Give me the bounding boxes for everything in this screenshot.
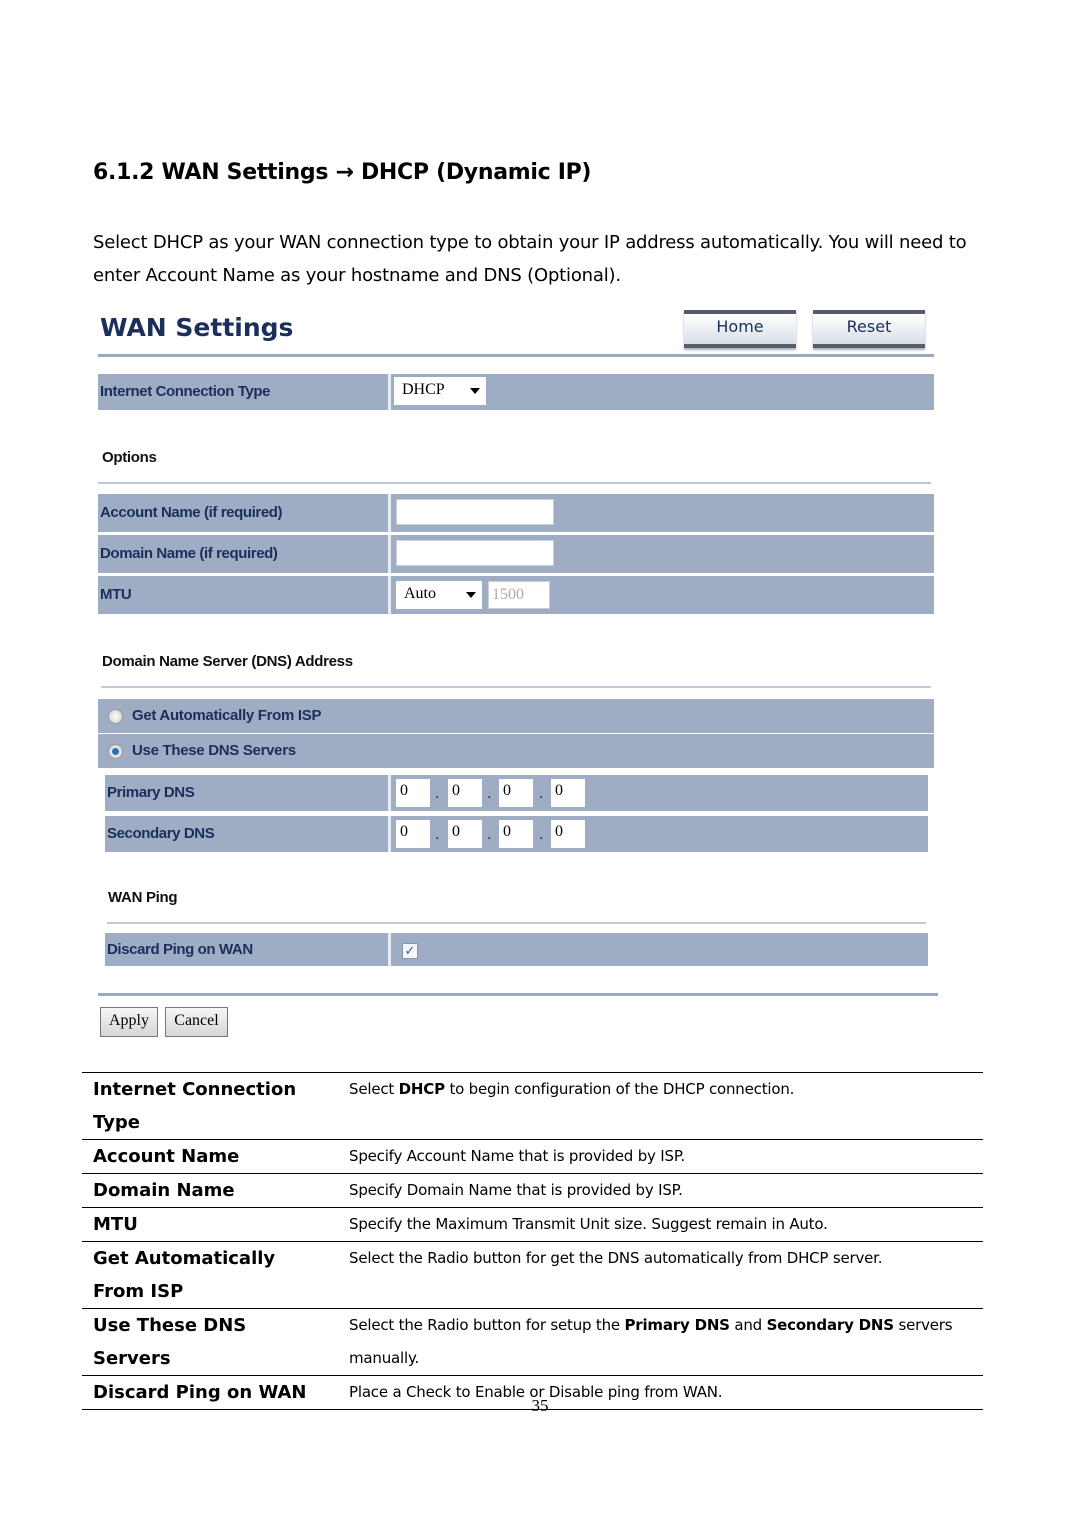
secondary-dns-octet-4[interactable]: 0 (551, 820, 585, 848)
secondary-dns-octet-2[interactable]: 0 (448, 820, 482, 848)
secondary-dns-row: Secondary DNS 0 . 0 . 0 . 0 (105, 816, 928, 852)
dropdown-arrow-icon (470, 388, 480, 394)
description-text: and (729, 1316, 767, 1334)
dns-manual-row[interactable]: Use These DNS Servers (98, 734, 934, 768)
table-row: Get Automatically From ISP Select the Rad… (82, 1241, 983, 1309)
table-row: Account Name Specify Account Name that is… (82, 1139, 983, 1174)
description-text: Select (349, 1080, 399, 1098)
dropdown-arrow-icon (466, 592, 476, 598)
wan-ping-heading: WAN Ping (108, 889, 178, 906)
home-button[interactable]: Home (684, 310, 796, 348)
field-description-table: Internet Connection Type Select DHCP to b… (82, 1072, 983, 1410)
dns-manual-radio[interactable] (108, 744, 123, 759)
field-name: Account Name (82, 1139, 338, 1174)
bold-term: DHCP (398, 1080, 445, 1098)
mtu-value-input[interactable]: 1500 (488, 581, 550, 609)
description-text: Specify the Maximum Transmit Unit size. … (349, 1215, 828, 1233)
field-description: Specify the Maximum Transmit Unit size. … (338, 1207, 983, 1242)
dns-auto-label: Get Automatically From ISP (132, 707, 322, 724)
field-description: Select the Radio button for get the DNS … (338, 1241, 983, 1309)
primary-dns-octet-1[interactable]: 0 (396, 779, 430, 807)
wan-settings-title: WAN Settings (100, 313, 294, 342)
table-row: Use These DNS Servers Select the Radio bu… (82, 1308, 983, 1376)
field-name: Internet Connection Type (82, 1072, 338, 1140)
mtu-mode-select[interactable]: Auto (396, 581, 482, 609)
domain-name-row: Domain Name (if required) (98, 535, 934, 573)
mtu-row: MTU Auto 1500 (98, 576, 934, 614)
field-description: Specify Domain Name that is provided by … (338, 1173, 983, 1208)
account-name-label: Account Name (if required) (100, 494, 391, 532)
domain-name-input[interactable] (396, 540, 554, 566)
description-text: Select the Radio button for setup the (349, 1316, 625, 1334)
footer-divider (98, 993, 938, 996)
section-heading: 6.1.2 WAN Settings → DHCP (Dynamic IP) (93, 160, 592, 185)
discard-ping-checkbox[interactable]: ✓ (402, 943, 418, 959)
bold-term: Secondary DNS (766, 1316, 895, 1334)
intro-paragraph: Select DHCP as your WAN connection type … (93, 232, 967, 286)
dns-manual-label: Use These DNS Servers (132, 742, 296, 759)
dns-divider (101, 686, 931, 688)
discard-ping-row: Discard Ping on WAN ✓ (105, 933, 928, 966)
field-name: Get Automatically From ISP (82, 1241, 338, 1309)
page-number: 35 (531, 1396, 549, 1415)
title-divider (98, 354, 934, 357)
discard-ping-label: Discard Ping on WAN (107, 933, 391, 966)
connection-type-row: Internet Connection Type DHCP (98, 374, 934, 410)
connection-type-select[interactable]: DHCP (394, 377, 486, 405)
mtu-mode-value: Auto (404, 585, 436, 602)
secondary-dns-octet-1[interactable]: 0 (396, 820, 430, 848)
reset-button[interactable]: Reset (813, 310, 925, 348)
description-text: Select the Radio button for get the DNS … (349, 1249, 883, 1267)
dns-auto-row[interactable]: Get Automatically From ISP (98, 699, 934, 733)
mtu-label: MTU (100, 576, 391, 614)
primary-dns-row: Primary DNS 0 . 0 . 0 . 0 (105, 775, 928, 811)
bold-term: Primary DNS (624, 1316, 730, 1334)
field-name: Domain Name (82, 1173, 338, 1208)
field-description: Select the Radio button for setup the Pr… (338, 1308, 983, 1376)
account-name-row: Account Name (if required) (98, 494, 934, 532)
primary-dns-octet-4[interactable]: 0 (551, 779, 585, 807)
description-text: to begin configuration of the DHCP conne… (444, 1080, 795, 1098)
dns-heading: Domain Name Server (DNS) Address (102, 653, 353, 670)
table-row: Internet Connection Type Select DHCP to b… (82, 1072, 983, 1140)
secondary-dns-label: Secondary DNS (107, 816, 391, 852)
options-divider (98, 482, 931, 484)
connection-type-value: DHCP (402, 381, 445, 398)
table-row: Domain Name Specify Domain Name that is p… (82, 1173, 983, 1208)
field-description: Select DHCP to begin configuration of th… (338, 1072, 983, 1140)
document-page: 6.1.2 WAN Settings → DHCP (Dynamic IP) S… (0, 0, 1080, 1528)
field-name: MTU (82, 1207, 338, 1242)
options-heading: Options (102, 449, 157, 466)
apply-button[interactable]: Apply (100, 1007, 158, 1037)
description-text: Specify Account Name that is provided by… (349, 1147, 685, 1165)
account-name-input[interactable] (396, 499, 554, 525)
primary-dns-octet-2[interactable]: 0 (448, 779, 482, 807)
primary-dns-label: Primary DNS (107, 775, 391, 811)
table-row: MTU Specify the Maximum Transmit Unit siz… (82, 1207, 983, 1242)
connection-type-label: Internet Connection Type (100, 374, 391, 410)
description-text: Specify Domain Name that is provided by … (349, 1181, 683, 1199)
field-name: Use These DNS Servers (82, 1308, 338, 1376)
secondary-dns-octet-3[interactable]: 0 (499, 820, 533, 848)
primary-dns-octet-3[interactable]: 0 (499, 779, 533, 807)
field-description: Specify Account Name that is provided by… (338, 1139, 983, 1174)
wan-ping-divider (107, 922, 926, 924)
dns-auto-radio[interactable] (108, 709, 123, 724)
domain-name-label: Domain Name (if required) (100, 535, 391, 573)
cancel-button[interactable]: Cancel (165, 1007, 228, 1037)
